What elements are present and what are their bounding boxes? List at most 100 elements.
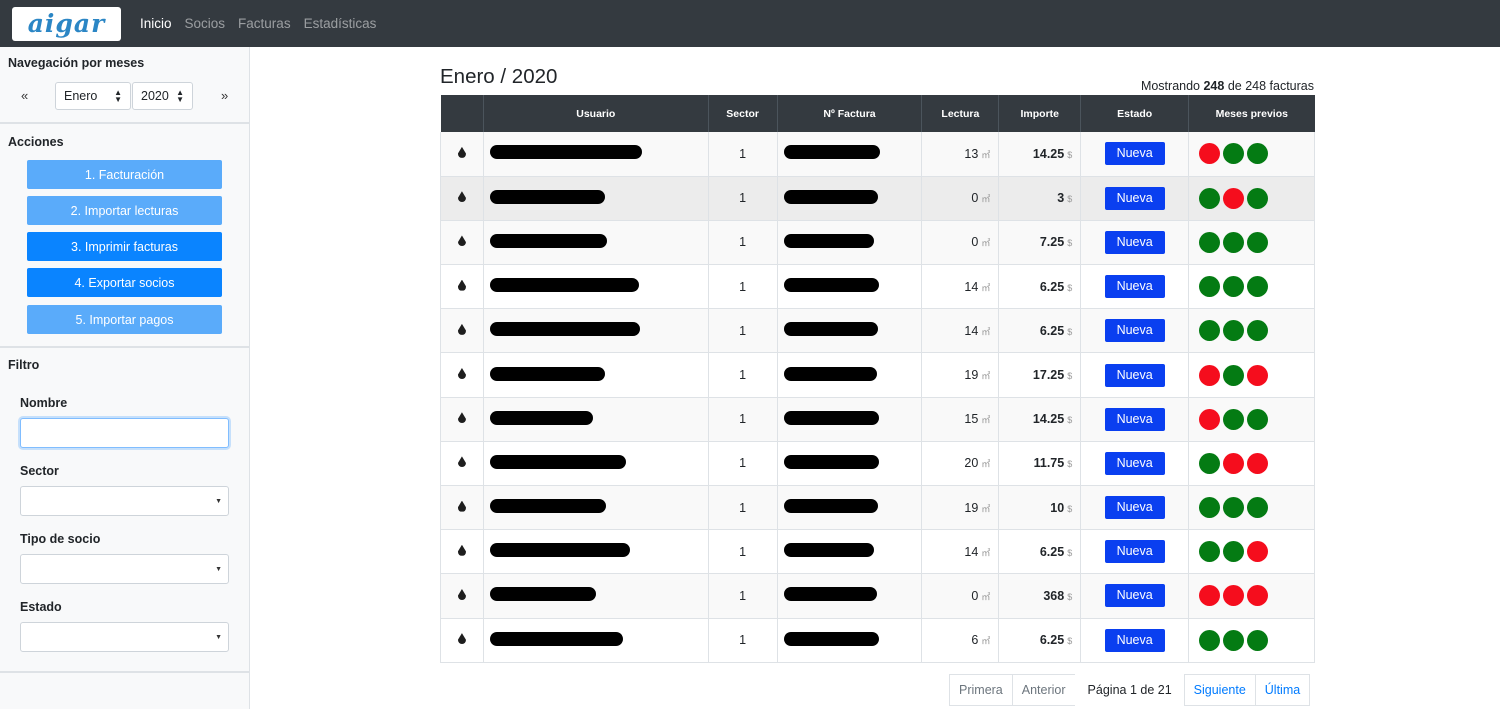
estado-badge[interactable]: Nueva bbox=[1104, 407, 1165, 431]
col-lectura[interactable]: Lectura bbox=[921, 95, 1000, 132]
lectura-value: 15 bbox=[964, 412, 979, 427]
importar-pagos-button[interactable]: 5. Importar pagos bbox=[27, 305, 222, 334]
redacted-user-name bbox=[489, 631, 623, 646]
lectura-cell: 19 ㎥ bbox=[921, 352, 1000, 398]
importe-cell: 3 $ bbox=[998, 176, 1082, 221]
estado-badge[interactable]: Nueva bbox=[1104, 584, 1165, 608]
table-row[interactable]: 1 14 ㎥ 6.25 $ Nueva bbox=[440, 264, 1315, 310]
estado-badge[interactable]: Nueva bbox=[1104, 540, 1165, 564]
sector-cell: 1 bbox=[707, 176, 778, 221]
nav-socios[interactable]: Socios bbox=[185, 16, 226, 31]
estado-badge[interactable]: Nueva bbox=[1104, 186, 1165, 210]
sector-cell: 1 bbox=[707, 308, 778, 354]
nav-estadisticas[interactable]: Estadísticas bbox=[304, 16, 377, 31]
table-row[interactable]: 1 14 ㎥ 6.25 $ Nueva bbox=[440, 529, 1315, 575]
estado-cell: Nueva bbox=[1080, 264, 1190, 310]
importe-unit: $ bbox=[1067, 547, 1073, 558]
nav-facturas[interactable]: Facturas bbox=[238, 16, 291, 31]
year-select[interactable]: 2020 ▲ ▼ bbox=[132, 82, 193, 110]
importe-unit: $ bbox=[1067, 326, 1073, 337]
redacted-invoice-number bbox=[783, 322, 878, 337]
lectura-unit: ㎥ bbox=[981, 282, 991, 293]
col-estado[interactable]: Estado bbox=[1080, 95, 1190, 132]
table-row[interactable]: 1 20 ㎥ 11.75 $ Nueva bbox=[440, 441, 1315, 487]
estado-badge[interactable]: Nueva bbox=[1104, 319, 1165, 343]
redacted-invoice-number bbox=[783, 278, 879, 293]
prev-month-button[interactable]: « bbox=[21, 88, 28, 103]
prev-months-dots bbox=[1189, 276, 1314, 298]
invoice-count-total: de 248 facturas bbox=[1227, 79, 1314, 93]
prev-month-status-dot bbox=[1247, 629, 1269, 651]
importe-unit: $ bbox=[1067, 238, 1073, 249]
brand-logo[interactable]: aigar bbox=[12, 6, 121, 41]
importe-cell: 14.25 $ bbox=[998, 397, 1082, 442]
next-page-button[interactable]: Siguiente bbox=[1183, 674, 1256, 706]
imprimir-facturas-button[interactable]: 3. Imprimir facturas bbox=[27, 232, 222, 261]
prev-months-dots bbox=[1189, 231, 1314, 253]
importe-unit: $ bbox=[1067, 194, 1073, 205]
exportar-socios-button[interactable]: 4. Exportar socios bbox=[27, 268, 222, 297]
status-filter-select[interactable]: ▼ bbox=[20, 622, 229, 652]
name-filter-label: Nombre bbox=[20, 396, 68, 410]
last-page-button[interactable]: Última bbox=[1254, 674, 1311, 706]
water-drop-icon bbox=[457, 191, 466, 203]
prev-month-status-dot bbox=[1223, 452, 1245, 474]
col-factura[interactable]: Nº Factura bbox=[777, 95, 923, 132]
lectura-cell: 15 ㎥ bbox=[921, 397, 1000, 442]
estado-badge[interactable]: Nueva bbox=[1104, 363, 1165, 387]
sector-filter-select[interactable]: ▼ bbox=[20, 486, 229, 516]
lectura-value: 6 bbox=[971, 633, 979, 648]
facturacion-button[interactable]: 1. Facturación bbox=[27, 160, 222, 189]
sector-cell: 1 bbox=[707, 618, 778, 663]
meses-previos-cell bbox=[1188, 573, 1315, 619]
name-filter-input[interactable] bbox=[20, 418, 229, 448]
nav-inicio[interactable]: Inicio bbox=[140, 16, 172, 31]
water-drop-icon bbox=[457, 235, 466, 247]
prev-months-dots bbox=[1189, 541, 1314, 563]
water-drop-icon bbox=[457, 456, 466, 468]
table-row[interactable]: 1 0 ㎥ 7.25 $ Nueva bbox=[440, 220, 1315, 266]
estado-badge[interactable]: Nueva bbox=[1104, 230, 1165, 254]
next-month-button[interactable]: » bbox=[221, 88, 228, 103]
water-drop-icon bbox=[457, 544, 466, 556]
prev-month-status-dot bbox=[1223, 276, 1245, 298]
estado-badge[interactable]: Nueva bbox=[1104, 496, 1165, 520]
prev-month-status-dot bbox=[1223, 143, 1245, 165]
col-meses-previos: Meses previos bbox=[1188, 95, 1315, 132]
col-icon bbox=[440, 95, 484, 132]
lectura-unit: ㎥ bbox=[981, 371, 991, 382]
col-importe[interactable]: Importe bbox=[998, 95, 1082, 132]
table-row[interactable]: 1 0 ㎥ 368 $ Nueva bbox=[440, 573, 1315, 619]
table-row[interactable]: 1 19 ㎥ 10 $ Nueva bbox=[440, 485, 1315, 531]
importe-value: 10 bbox=[1050, 500, 1065, 515]
estado-badge[interactable]: Nueva bbox=[1104, 275, 1165, 299]
month-select[interactable]: Enero ▲ ▼ bbox=[55, 82, 131, 110]
col-sector[interactable]: Sector bbox=[708, 95, 778, 132]
table-row[interactable]: 1 6 ㎥ 6.25 $ Nueva bbox=[440, 618, 1315, 663]
importar-lecturas-button[interactable]: 2. Importar lecturas bbox=[27, 196, 222, 225]
estado-badge[interactable]: Nueva bbox=[1104, 628, 1165, 652]
sector-filter-label: Sector bbox=[20, 464, 59, 478]
estado-cell: Nueva bbox=[1080, 220, 1190, 266]
table-row[interactable]: 1 0 ㎥ 3 $ Nueva bbox=[440, 176, 1315, 221]
estado-cell: Nueva bbox=[1080, 397, 1190, 442]
first-page-button[interactable]: Primera bbox=[949, 674, 1013, 706]
prev-month-status-dot bbox=[1223, 187, 1245, 209]
importe-value: 11.75 bbox=[1033, 456, 1065, 471]
table-row[interactable]: 1 13 ㎥ 14.25 $ Nueva bbox=[440, 132, 1315, 177]
redacted-invoice-number bbox=[783, 145, 880, 160]
estado-badge[interactable]: Nueva bbox=[1104, 142, 1165, 166]
caret-down-icon: ▼ bbox=[215, 634, 222, 641]
member-type-filter-select[interactable]: ▼ bbox=[20, 554, 229, 584]
factura-cell bbox=[776, 220, 923, 266]
water-drop-cell bbox=[440, 618, 484, 663]
lectura-unit: ㎥ bbox=[981, 636, 991, 647]
prev-page-button[interactable]: Anterior bbox=[1011, 674, 1076, 706]
table-row[interactable]: 1 14 ㎥ 6.25 $ Nueva bbox=[440, 308, 1315, 354]
prev-month-status-dot bbox=[1247, 276, 1269, 298]
table-row[interactable]: 1 19 ㎥ 17.25 $ Nueva bbox=[440, 352, 1315, 398]
table-row[interactable]: 1 15 ㎥ 14.25 $ Nueva bbox=[440, 397, 1315, 442]
lectura-value: 0 bbox=[971, 588, 979, 603]
col-usuario[interactable]: Usuario bbox=[483, 95, 709, 132]
estado-badge[interactable]: Nueva bbox=[1104, 451, 1165, 475]
